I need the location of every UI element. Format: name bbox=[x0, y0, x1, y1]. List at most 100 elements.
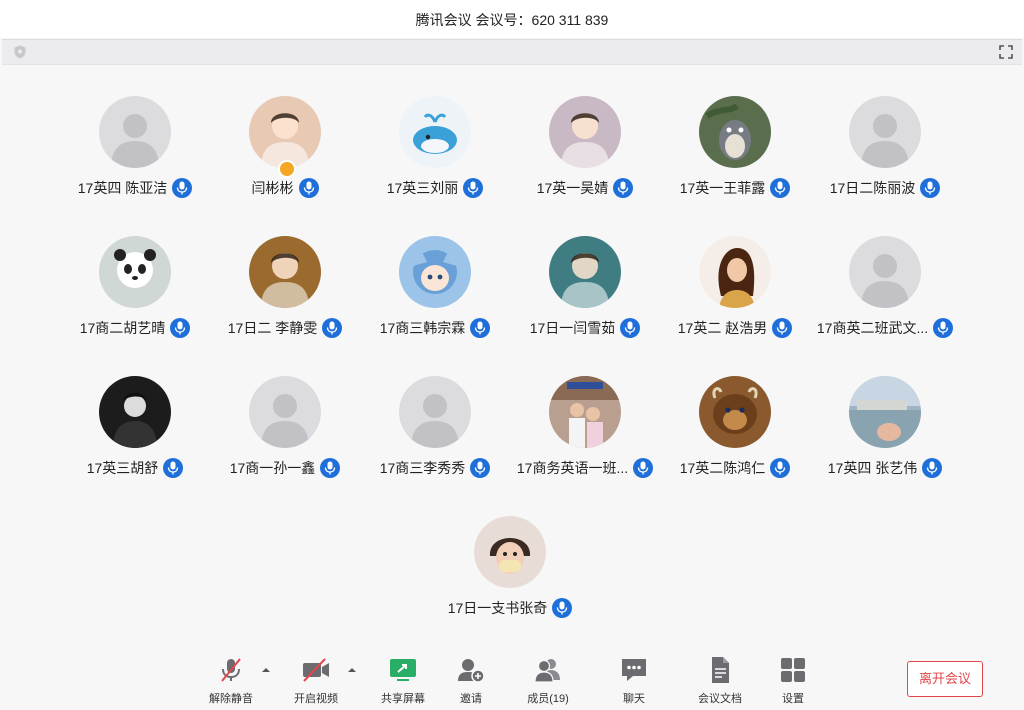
mic-icon bbox=[170, 318, 191, 338]
chat-button[interactable]: 聊天 bbox=[611, 656, 657, 710]
mic-icon bbox=[772, 318, 793, 338]
participant-avatar bbox=[849, 96, 921, 168]
participant-name-row: 17英三刘丽 bbox=[360, 178, 510, 198]
participant-name-row: 17日二陈丽波 bbox=[810, 178, 960, 198]
members-button[interactable]: 成员(19) bbox=[522, 656, 574, 710]
leave-meeting-button[interactable]: 离开会议 bbox=[907, 661, 983, 697]
participant-name: 17英四 陈亚洁 bbox=[77, 180, 168, 196]
unmute-button[interactable]: 解除静音 bbox=[203, 656, 259, 710]
settings-label: 设置 bbox=[782, 693, 804, 705]
meeting-title: 腾讯会议 会议号：620 311 839 bbox=[415, 12, 609, 28]
invite-icon bbox=[458, 659, 485, 683]
participant-name-row: 17英四 张艺伟 bbox=[810, 458, 960, 478]
meeting-docs-label: 会议文档 bbox=[698, 693, 742, 705]
participant-tile[interactable]: 闫彬彬 bbox=[210, 96, 360, 206]
participant-tile[interactable]: 17日一支书张奇 bbox=[435, 516, 585, 626]
participant-name-row: 17商英二班武文... bbox=[810, 318, 960, 338]
mic-icon bbox=[470, 458, 491, 478]
mic-icon bbox=[620, 318, 641, 338]
participant-tile[interactable]: 17英一吴婧 bbox=[510, 96, 660, 206]
participant-avatar bbox=[249, 96, 321, 168]
share-screen-button[interactable]: 共享屏幕 bbox=[375, 656, 431, 710]
mic-icon bbox=[172, 178, 193, 198]
participant-name-row: 17日一闫雪茹 bbox=[510, 318, 660, 338]
mic-icon bbox=[322, 318, 343, 338]
participant-tile[interactable]: 17英二陈鸿仁 bbox=[660, 376, 810, 486]
participant-tile[interactable]: 17英二 赵浩男 bbox=[660, 236, 810, 346]
man-photo-avatar-image bbox=[549, 236, 621, 308]
participant-tile[interactable]: 17英四 张艺伟 bbox=[810, 376, 960, 486]
mic-icon bbox=[933, 318, 954, 338]
participant-name: 17日一支书张奇 bbox=[447, 600, 548, 616]
landscape-avatar-image bbox=[849, 376, 921, 448]
participant-avatar bbox=[399, 236, 471, 308]
participant-tile[interactable]: 17商三韩宗霖 bbox=[360, 236, 510, 346]
child-photo-avatar-image bbox=[549, 96, 621, 168]
start-video-button[interactable]: 开启视频 bbox=[288, 656, 344, 710]
participant-name-row: 17商三李秀秀 bbox=[360, 458, 510, 478]
settings-button[interactable]: 设置 bbox=[772, 656, 814, 710]
participant-avatar bbox=[249, 236, 321, 308]
mic-icon bbox=[770, 178, 791, 198]
participant-tile[interactable]: 17英三刘丽 bbox=[360, 96, 510, 206]
participant-avatar bbox=[99, 236, 171, 308]
participant-name-row: 17商二胡艺晴 bbox=[60, 318, 210, 338]
mic-icon bbox=[163, 458, 184, 478]
participant-name: 17英一王菲露 bbox=[679, 180, 766, 196]
beast-cartoon-avatar-image bbox=[699, 376, 771, 448]
unmute-label: 解除静音 bbox=[209, 693, 253, 705]
participant-avatar bbox=[849, 236, 921, 308]
participant-name-row: 17英一吴婧 bbox=[510, 178, 660, 198]
participant-tile[interactable]: 17商英二班武文... bbox=[810, 236, 960, 346]
members-icon bbox=[534, 659, 560, 683]
video-options-caret-icon[interactable] bbox=[347, 666, 357, 674]
default-avatar-image bbox=[399, 376, 471, 448]
baby-photo-avatar-image bbox=[249, 96, 321, 168]
start-video-label: 开启视频 bbox=[294, 693, 338, 705]
participant-tile[interactable]: 17商务英语一班... bbox=[510, 376, 660, 486]
host-badge-icon bbox=[278, 160, 296, 178]
whale-cartoon-avatar-image bbox=[399, 96, 471, 168]
panda-avatar-image bbox=[99, 236, 171, 308]
participant-avatar bbox=[849, 376, 921, 448]
mic-icon bbox=[633, 458, 654, 478]
participant-avatar bbox=[474, 516, 546, 588]
participant-name-row: 闫彬彬 bbox=[210, 178, 360, 198]
participant-name: 17英二 赵浩男 bbox=[677, 320, 768, 336]
participant-tile[interactable]: 17日二 李静雯 bbox=[210, 236, 360, 346]
participant-tile[interactable]: 17英四 陈亚洁 bbox=[60, 96, 210, 206]
view-strip bbox=[2, 39, 1022, 65]
participant-tile[interactable]: 17日一闫雪茹 bbox=[510, 236, 660, 346]
participant-tile[interactable]: 17商二胡艺晴 bbox=[60, 236, 210, 346]
meeting-docs-button[interactable]: 会议文档 bbox=[692, 656, 748, 710]
meeting-toolbar: 解除静音 开启视频 共享屏幕 邀请 成员(19) 聊天 会议文档 设置 离开会议 bbox=[0, 648, 1024, 710]
fullscreen-icon[interactable] bbox=[998, 44, 1014, 60]
participant-name: 17商务英语一班... bbox=[516, 460, 629, 476]
participant-avatar bbox=[699, 376, 771, 448]
default-avatar-image bbox=[849, 236, 921, 308]
participant-name: 17英一吴婧 bbox=[536, 180, 609, 196]
participant-tile[interactable]: 17商三李秀秀 bbox=[360, 376, 510, 486]
participant-name: 17英三刘丽 bbox=[386, 180, 459, 196]
invite-button[interactable]: 邀请 bbox=[448, 656, 494, 710]
participant-name: 17商英二班武文... bbox=[816, 320, 929, 336]
participant-name-row: 17英二 赵浩男 bbox=[660, 318, 810, 338]
participant-name-row: 17商三韩宗霖 bbox=[360, 318, 510, 338]
participant-name-row: 17商一孙一鑫 bbox=[210, 458, 360, 478]
audio-options-caret-icon[interactable] bbox=[261, 666, 271, 674]
participant-tile[interactable]: 17英三胡舒 bbox=[60, 376, 210, 486]
participant-name-row: 17英一王菲露 bbox=[660, 178, 810, 198]
participant-tile[interactable]: 17商一孙一鑫 bbox=[210, 376, 360, 486]
participant-tile[interactable]: 17英一王菲露 bbox=[660, 96, 810, 206]
participant-name: 17英二陈鸿仁 bbox=[679, 460, 766, 476]
participant-name-row: 17日一支书张奇 bbox=[435, 598, 585, 618]
share-screen-label: 共享屏幕 bbox=[381, 693, 425, 705]
mic-icon bbox=[552, 598, 573, 618]
anime-avatar-image bbox=[399, 236, 471, 308]
mic-icon bbox=[922, 458, 943, 478]
document-icon bbox=[712, 657, 729, 683]
participant-name: 17英三胡舒 bbox=[86, 460, 159, 476]
video-off-icon bbox=[303, 658, 329, 682]
members-label: 成员(19) bbox=[527, 693, 569, 705]
participant-tile[interactable]: 17日二陈丽波 bbox=[810, 96, 960, 206]
